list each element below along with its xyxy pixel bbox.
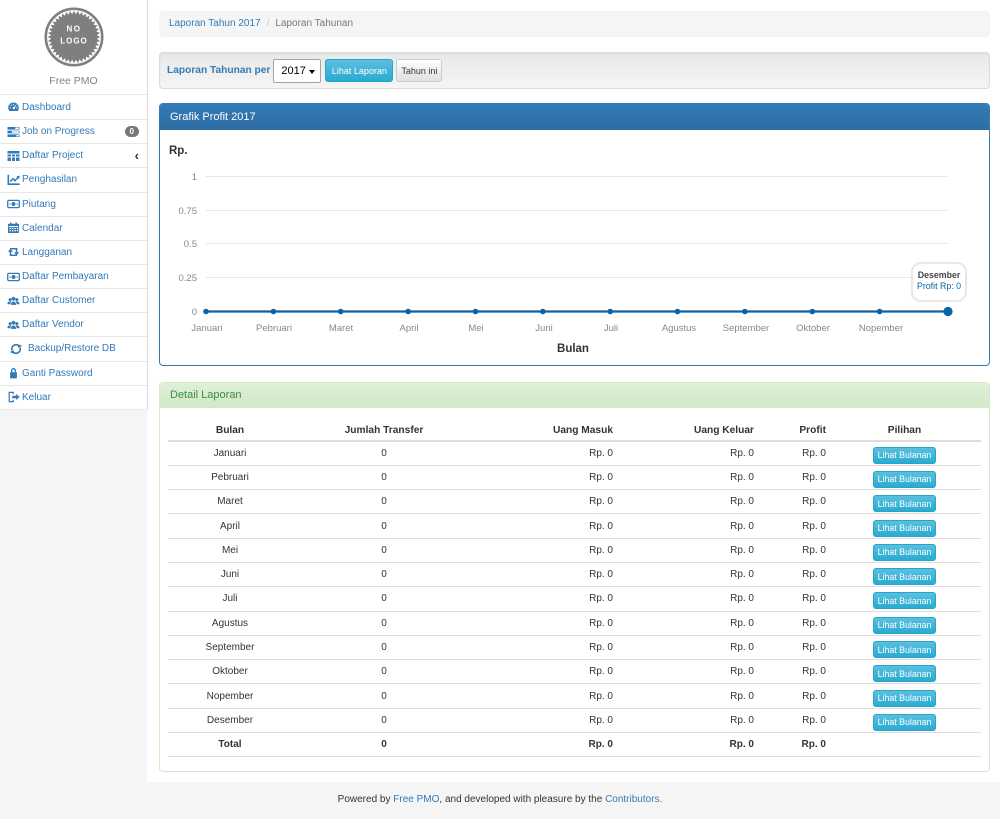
svg-text:Nopember: Nopember (859, 323, 903, 334)
svg-text:Rp.: Rp. (169, 145, 188, 157)
svg-text:Maret: Maret (329, 323, 354, 334)
svg-text:Agustus: Agustus (662, 323, 697, 334)
svg-text:Januari: Januari (191, 323, 222, 334)
svg-text:Juli: Juli (604, 323, 618, 334)
svg-text:0.5: 0.5 (184, 239, 197, 250)
svg-text:Bulan: Bulan (557, 343, 589, 355)
svg-text:1: 1 (192, 172, 197, 183)
svg-text:September: September (723, 323, 769, 334)
svg-text:April: April (399, 323, 418, 334)
svg-text:NO: NO (66, 25, 81, 34)
svg-text:Oktober: Oktober (796, 323, 830, 334)
svg-text:0.75: 0.75 (179, 206, 198, 217)
svg-text:Juni: Juni (535, 323, 552, 334)
svg-text:Mei: Mei (468, 323, 483, 334)
svg-text:Pebruari: Pebruari (256, 323, 292, 334)
svg-text:LOGO: LOGO (60, 37, 88, 46)
svg-text:0.25: 0.25 (179, 273, 198, 284)
svg-text:0: 0 (192, 307, 197, 318)
